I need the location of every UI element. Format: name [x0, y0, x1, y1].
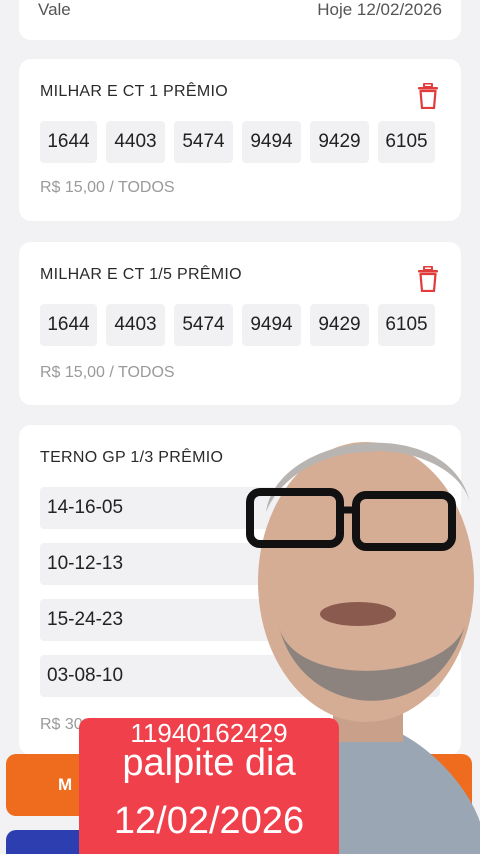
- trash-icon[interactable]: [417, 83, 439, 109]
- number-chip: 9429: [310, 121, 369, 163]
- date-card-left-label: Vale: [38, 0, 71, 19]
- primary-action-label: M: [58, 775, 73, 794]
- bet-card-title: TERNO GP 1/3 PRÊMIO: [40, 449, 224, 466]
- number-chip: 6105: [378, 121, 435, 163]
- number-chip: 1644: [40, 304, 97, 346]
- caption-line-2: 12/02/2026: [113, 800, 305, 842]
- bet-card-title: MILHAR E CT 1/5 PRÊMIO: [40, 266, 242, 283]
- bet-price: R$ 30: [40, 716, 83, 733]
- number-chip: 5474: [174, 304, 233, 346]
- date-card: Vale Hoje 12/02/2026: [19, 0, 461, 40]
- bet-card-title: MILHAR E CT 1 PRÊMIO: [40, 83, 228, 100]
- number-chip: 9494: [242, 121, 301, 163]
- number-chip: 1644: [40, 121, 97, 163]
- number-chip: 9429: [310, 304, 369, 346]
- number-chip: 4403: [106, 304, 165, 346]
- trash-icon[interactable]: [417, 266, 439, 292]
- number-chip: 4403: [106, 121, 165, 163]
- caption-line-1: palpite dia: [122, 742, 296, 784]
- caption-banner: 11940162429 palpite dia 12/02/2026: [79, 718, 339, 854]
- bet-card-1: MILHAR E CT 1 PRÊMIO 1644 4403 5474 9494…: [19, 59, 461, 221]
- date-card-right-label: Hoje 12/02/2026: [317, 0, 442, 19]
- number-chips: 1644 4403 5474 9494 9429 6105: [40, 121, 435, 163]
- bet-price: R$ 15,00 / TODOS: [40, 364, 175, 381]
- bet-card-2: MILHAR E CT 1/5 PRÊMIO 1644 4403 5474 94…: [19, 242, 461, 405]
- number-chip: 6105: [378, 304, 435, 346]
- number-chip: 9494: [242, 304, 301, 346]
- number-chips: 1644 4403 5474 9494 9429 6105: [40, 304, 435, 346]
- number-chip: 5474: [174, 121, 233, 163]
- bet-price: R$ 15,00 / TODOS: [40, 179, 175, 196]
